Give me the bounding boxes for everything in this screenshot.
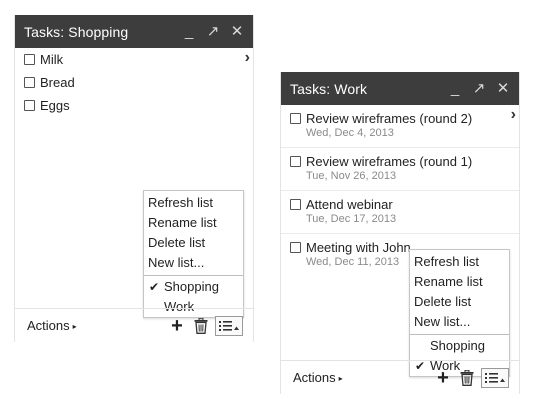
- task-list: Milk › Bread Eggs: [15, 48, 253, 117]
- list-menu-icon: [219, 320, 239, 331]
- menu-item-new-list[interactable]: New list...: [144, 253, 243, 273]
- add-task-button[interactable]: +: [165, 315, 189, 337]
- task-checkbox[interactable]: [290, 241, 301, 253]
- task-item[interactable]: Review wireframes (round 1) Tue, Nov 26,…: [281, 148, 519, 191]
- task-title[interactable]: Bread: [40, 75, 75, 90]
- actions-label: Actions: [293, 370, 336, 385]
- chevron-right-icon[interactable]: ›: [511, 106, 516, 124]
- menu-item-refresh-list[interactable]: Refresh list: [410, 252, 509, 272]
- actions-label: Actions: [27, 318, 70, 333]
- dropdown-arrow-icon: ▸: [338, 374, 343, 383]
- tasks-panel-work: Tasks: Work _ ↗ ✕ Review wireframes (rou…: [280, 72, 520, 394]
- actions-menu-button[interactable]: Actions ▸: [293, 370, 431, 385]
- task-checkbox[interactable]: [290, 112, 301, 124]
- task-item[interactable]: Eggs: [15, 94, 253, 117]
- minimize-icon[interactable]: _: [177, 15, 201, 48]
- task-checkbox[interactable]: [24, 76, 35, 88]
- switch-list-button[interactable]: [215, 315, 243, 336]
- minimize-icon[interactable]: _: [443, 72, 467, 105]
- task-title[interactable]: Review wireframes (round 2): [306, 111, 472, 126]
- close-icon[interactable]: ✕: [491, 72, 515, 105]
- delete-task-button[interactable]: [189, 315, 213, 337]
- task-due-date: Wed, Dec 4, 2013: [306, 127, 394, 139]
- delete-task-button[interactable]: [455, 367, 479, 389]
- task-checkbox[interactable]: [24, 99, 35, 111]
- check-icon: ✔: [149, 280, 160, 294]
- panel-footer: Actions ▸ +: [281, 360, 519, 394]
- task-item[interactable]: Attend webinar Tue, Dec 17, 2013: [281, 191, 519, 234]
- add-task-button[interactable]: +: [431, 367, 455, 389]
- task-item[interactable]: Milk ›: [15, 48, 253, 71]
- trash-icon: [460, 369, 474, 386]
- task-item[interactable]: Bread: [15, 71, 253, 94]
- task-title[interactable]: Attend webinar: [306, 197, 393, 212]
- actions-menu-button[interactable]: Actions ▸: [27, 318, 165, 333]
- panel-footer: Actions ▸ +: [15, 308, 253, 342]
- menu-list-label: Shopping: [430, 338, 485, 353]
- maximize-icon[interactable]: ↗: [201, 15, 225, 48]
- menu-item-new-list[interactable]: New list...: [410, 312, 509, 332]
- task-title[interactable]: Meeting with John: [306, 240, 411, 255]
- menu-list-shopping[interactable]: ✔ Shopping: [144, 277, 243, 297]
- switch-list-button[interactable]: [481, 367, 509, 388]
- maximize-icon[interactable]: ↗: [467, 72, 491, 105]
- task-title[interactable]: Milk: [40, 52, 63, 67]
- list-menu-icon: [485, 372, 505, 383]
- task-item[interactable]: Review wireframes (round 2) Wed, Dec 4, …: [281, 105, 519, 148]
- trash-icon: [194, 317, 208, 334]
- dropdown-arrow-icon: ▸: [72, 322, 77, 331]
- menu-list-shopping[interactable]: Shopping: [410, 336, 509, 356]
- panel-title: Tasks: Work: [290, 80, 368, 97]
- menu-item-rename-list[interactable]: Rename list: [410, 272, 509, 292]
- task-title[interactable]: Review wireframes (round 1): [306, 154, 472, 169]
- close-icon[interactable]: ✕: [225, 15, 249, 48]
- panel-title: Tasks: Shopping: [24, 23, 129, 40]
- task-checkbox[interactable]: [290, 155, 301, 167]
- task-due-date: Tue, Nov 26, 2013: [306, 170, 397, 182]
- menu-divider: [144, 275, 243, 276]
- task-checkbox[interactable]: [290, 198, 301, 210]
- plus-icon: +: [437, 366, 449, 389]
- tasks-panel-shopping: Tasks: Shopping _ ↗ ✕ Milk › Bread Eggs …: [14, 15, 254, 342]
- chevron-right-icon[interactable]: ›: [245, 49, 250, 67]
- menu-item-refresh-list[interactable]: Refresh list: [144, 193, 243, 213]
- panel-titlebar: Tasks: Shopping _ ↗ ✕: [15, 15, 253, 48]
- panel-titlebar: Tasks: Work _ ↗ ✕: [281, 72, 519, 105]
- plus-icon: +: [171, 314, 183, 337]
- menu-divider: [410, 334, 509, 335]
- menu-item-delete-list[interactable]: Delete list: [144, 233, 243, 253]
- task-checkbox[interactable]: [24, 53, 35, 65]
- list-menu-dropdown: Refresh list Rename list Delete list New…: [143, 190, 244, 318]
- menu-list-label: Shopping: [164, 279, 219, 294]
- task-title[interactable]: Eggs: [40, 98, 70, 113]
- menu-item-rename-list[interactable]: Rename list: [144, 213, 243, 233]
- menu-item-delete-list[interactable]: Delete list: [410, 292, 509, 312]
- task-due-date: Tue, Dec 17, 2013: [306, 213, 397, 225]
- list-menu-dropdown: Refresh list Rename list Delete list New…: [409, 249, 510, 377]
